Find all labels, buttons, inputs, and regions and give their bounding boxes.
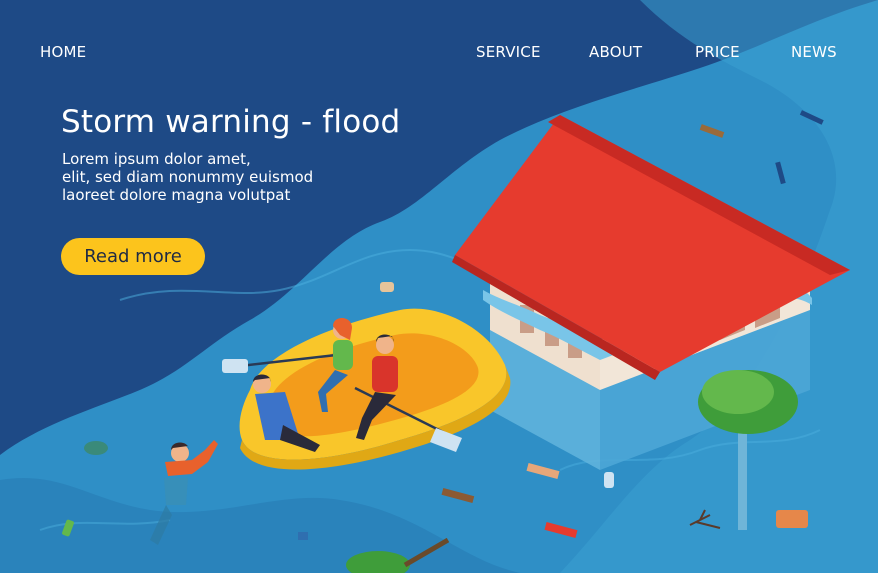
nav-link-home[interactable]: HOME [40, 42, 86, 62]
top-navigation: HOME SERVICE ABOUT PRICE NEWS [0, 42, 878, 66]
hero-description: Lorem ipsum dolor amet, elit, sed diam n… [62, 150, 313, 204]
hero-title: Storm warning - flood [61, 104, 401, 140]
person-in-water [150, 440, 218, 545]
read-more-button[interactable]: Read more [61, 238, 205, 275]
hero-description-line: elit, sed diam nonummy euismod [62, 168, 314, 186]
rescue-boat [222, 308, 511, 470]
tree [698, 370, 798, 530]
nav-link-service[interactable]: SERVICE [476, 42, 541, 62]
nav-link-about[interactable]: ABOUT [589, 42, 642, 62]
nav-link-price[interactable]: PRICE [695, 42, 740, 62]
nav-link-news[interactable]: NEWS [791, 42, 837, 62]
hero-description-line: Lorem ipsum dolor amet, [62, 150, 251, 168]
flood-scene [62, 110, 850, 573]
landing-page: HOME SERVICE ABOUT PRICE NEWS Storm warn… [0, 0, 878, 573]
hero-description-line: laoreet dolore magna volutpat [62, 186, 291, 204]
